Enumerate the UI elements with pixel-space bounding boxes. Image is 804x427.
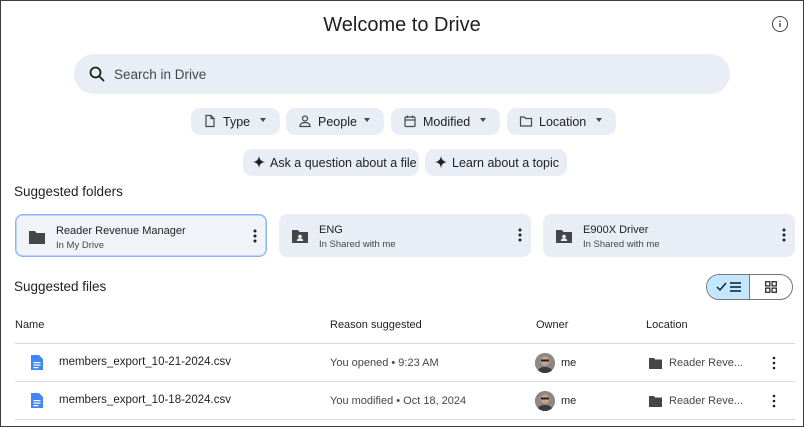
file-name: members_export_10-21-2024.csv (59, 356, 231, 368)
shared-folder-icon (292, 230, 308, 243)
folder-name: ENG (319, 224, 343, 236)
column-header-owner: Owner (536, 319, 569, 331)
folder-location: In Shared with me (319, 239, 396, 250)
filter-modified-label: Modified (423, 115, 471, 129)
folder-icon (29, 231, 45, 244)
folder-location: In Shared with me (583, 239, 660, 250)
column-header-reason: Reason suggested (330, 319, 422, 331)
folder-icon (649, 396, 662, 407)
reason-suggested: You modified • Oct 18, 2024 (330, 395, 467, 407)
filter-people-label: People (318, 115, 357, 129)
calendar-icon (404, 115, 416, 128)
avatar (535, 391, 555, 411)
search-bar[interactable] (74, 54, 730, 94)
folder-card[interactable]: ENG In Shared with me (279, 214, 531, 257)
divider (15, 419, 795, 420)
search-input[interactable] (114, 64, 714, 84)
list-view-button[interactable] (707, 275, 750, 299)
chevron-down-icon (364, 118, 370, 122)
avatar (535, 353, 555, 373)
owner-name: me (561, 357, 577, 369)
suggested-folders-heading: Suggested folders (14, 184, 123, 199)
filter-people-chip[interactable]: People (286, 108, 384, 135)
more-vert-icon[interactable] (772, 356, 776, 370)
search-icon (89, 66, 105, 82)
suggested-files-heading: Suggested files (14, 279, 107, 294)
more-vert-icon[interactable] (253, 229, 257, 243)
view-toggle (706, 274, 793, 300)
filter-modified-chip[interactable]: Modified (391, 108, 500, 135)
column-header-location: Location (646, 319, 688, 331)
chevron-down-icon (260, 118, 266, 122)
list-view-icon (716, 282, 741, 292)
person-icon (299, 115, 311, 128)
sparkle-icon (253, 156, 265, 168)
filter-type-label: Type (223, 115, 251, 129)
sparkle-icon (435, 156, 447, 168)
file-location: Reader Reve... (669, 395, 743, 407)
shared-folder-icon (556, 230, 572, 243)
folder-location: In My Drive (56, 240, 105, 251)
learn-topic-chip[interactable]: Learn about a topic (425, 149, 567, 176)
folder-icon (649, 358, 662, 369)
more-vert-icon[interactable] (782, 228, 786, 242)
learn-topic-label: Learn about a topic (452, 156, 560, 170)
document-icon (31, 355, 43, 370)
page-title: Welcome to Drive (323, 14, 481, 36)
filter-location-chip[interactable]: Location (507, 108, 616, 135)
filter-type-chip[interactable]: Type (191, 108, 280, 135)
divider (15, 343, 795, 344)
more-vert-icon[interactable] (518, 228, 522, 242)
reason-suggested: You opened • 9:23 AM (330, 357, 439, 369)
owner-name: me (561, 395, 577, 407)
file-icon (205, 114, 215, 128)
folder-name: E900X Driver (583, 224, 649, 236)
ask-question-chip[interactable]: Ask a question about a file (243, 149, 419, 176)
grid-view-button[interactable] (750, 275, 792, 299)
file-location: Reader Reve... (669, 357, 743, 369)
column-header-name[interactable]: Name (15, 319, 44, 331)
more-vert-icon[interactable] (772, 394, 776, 408)
document-icon (31, 393, 43, 408)
ask-question-label: Ask a question about a file (270, 156, 417, 170)
folder-card[interactable]: Reader Revenue Manager In My Drive (15, 214, 267, 257)
info-icon[interactable] (772, 16, 788, 32)
divider (15, 381, 795, 382)
chevron-down-icon (480, 118, 486, 122)
folder-name: Reader Revenue Manager (56, 225, 186, 237)
grid-view-icon (765, 281, 777, 293)
folder-icon (519, 116, 533, 127)
file-name: members_export_10-18-2024.csv (59, 394, 231, 406)
filter-location-label: Location (539, 115, 587, 129)
chevron-down-icon (596, 118, 602, 122)
folder-card[interactable]: E900X Driver In Shared with me (543, 214, 795, 257)
